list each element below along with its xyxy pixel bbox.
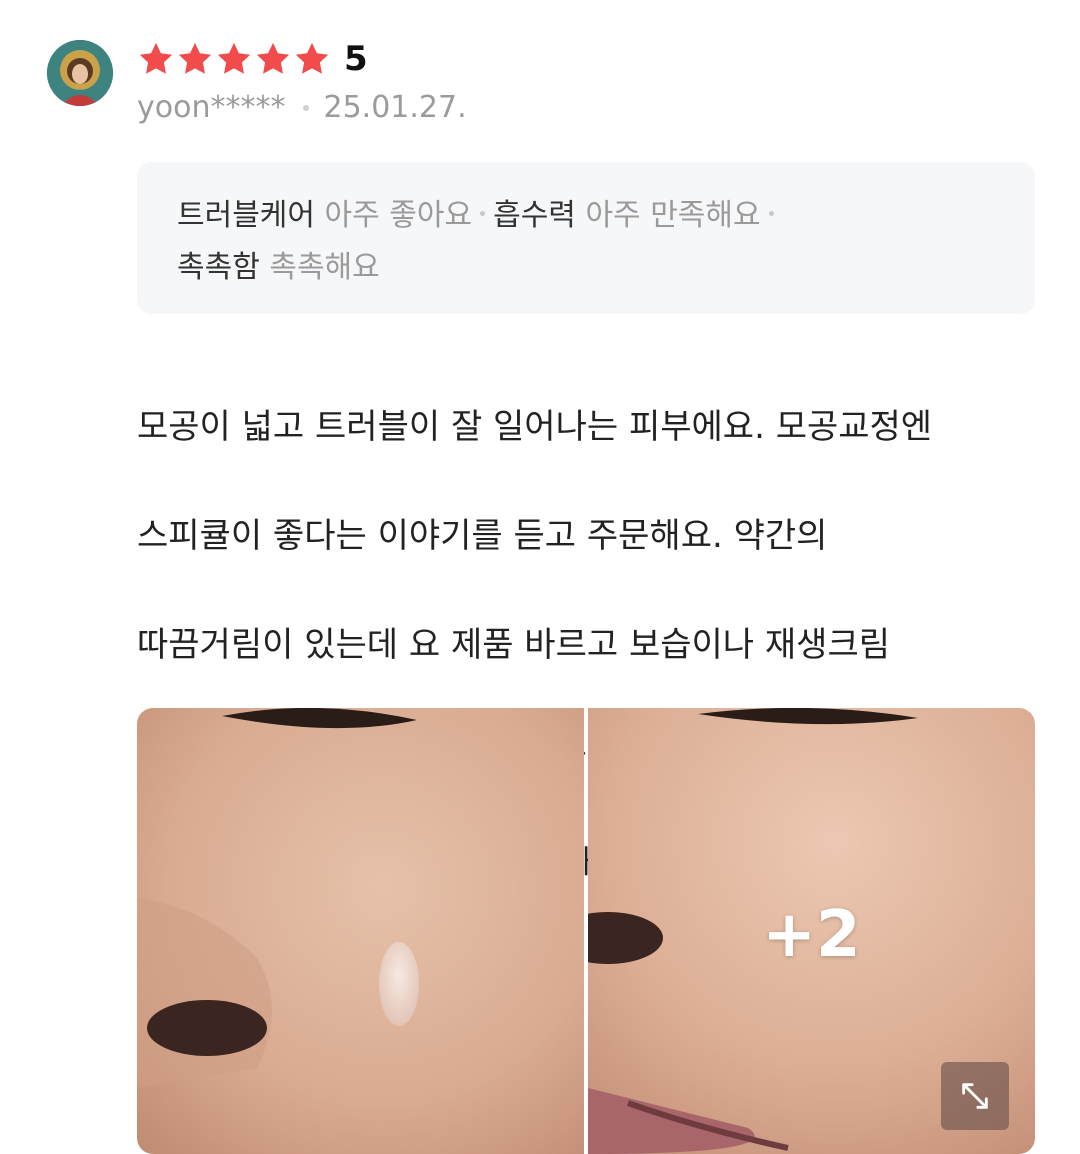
- review-photo[interactable]: [137, 708, 584, 1154]
- rating-stars: 5: [137, 40, 368, 78]
- star-icon: [139, 42, 173, 74]
- star-icon: [256, 42, 290, 74]
- star-icon: [295, 42, 329, 74]
- star-icon: [178, 42, 212, 74]
- survey-separator: [768, 211, 774, 216]
- review-photos: +2: [137, 708, 1035, 1154]
- survey-key: 트러블케어: [177, 198, 315, 233]
- more-photos-count[interactable]: +2: [588, 898, 1035, 972]
- survey-key: 촉촉함: [177, 250, 260, 285]
- expand-arrows-icon: [962, 1083, 988, 1109]
- review-photo[interactable]: +2: [588, 708, 1035, 1154]
- survey-value: 촉촉해요: [269, 250, 380, 285]
- review-line: 따끔거림이 있는데 요 제품 바르고 보습이나 재생크림: [137, 624, 891, 665]
- review-line: 모공이 넓고 트러블이 잘 일어나는 피부에요. 모공교정엔: [137, 406, 933, 447]
- survey-value: 아주 만족해요: [585, 198, 761, 233]
- expand-button[interactable]: [941, 1062, 1009, 1130]
- user-avatar[interactable]: [47, 40, 113, 106]
- review-date: 25.01.27.: [323, 90, 467, 125]
- meta-separator: [303, 104, 310, 111]
- survey-key: 흡수력: [493, 198, 576, 233]
- review-line: 스피큘이 좋다는 이야기를 듣고 주문해요. 약간의: [137, 515, 828, 556]
- star-icon: [217, 42, 251, 74]
- survey-value: 아주 좋아요: [324, 198, 473, 233]
- author-name: yoon*****: [137, 90, 286, 125]
- rating-value: 5: [344, 39, 368, 79]
- survey-box: 트러블케어 아주 좋아요 흡수력 아주 만족해요 촉촉함 촉촉해요: [137, 162, 1035, 314]
- survey-separator: [480, 211, 486, 216]
- review-meta: yoon***** 25.01.27.: [137, 90, 467, 125]
